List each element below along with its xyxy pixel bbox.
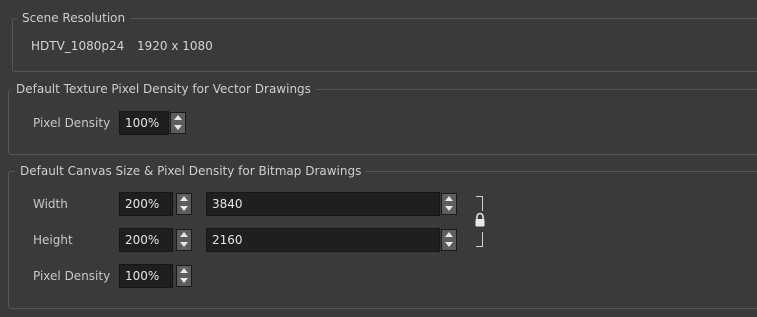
- width-value-field[interactable]: 3840: [206, 192, 440, 216]
- scene-resolution-preset: HDTV_1080p24: [31, 39, 125, 53]
- decrement-button[interactable]: [171, 123, 185, 133]
- padlock-icon[interactable]: [474, 212, 486, 228]
- decrement-button[interactable]: [177, 204, 191, 214]
- decrement-button[interactable]: [442, 240, 456, 250]
- arrow-down-icon: [445, 242, 453, 247]
- decrement-button[interactable]: [177, 240, 191, 250]
- width-value-stepper[interactable]: [441, 193, 457, 215]
- scene-resolution-dimensions: 1920 x 1080: [137, 39, 213, 53]
- width-percent-field[interactable]: 200%: [119, 192, 173, 216]
- height-percent-stepper[interactable]: [176, 229, 192, 251]
- bitmap-pixel-density-stepper[interactable]: [176, 265, 192, 287]
- height-label: Height: [33, 233, 73, 247]
- arrow-down-icon: [174, 125, 182, 130]
- vector-pixel-density-stepper[interactable]: [170, 112, 186, 134]
- arrow-up-icon: [445, 196, 453, 201]
- bitmap-canvas-title: Default Canvas Size & Pixel Density for …: [15, 164, 367, 178]
- decrement-button[interactable]: [177, 276, 191, 286]
- vector-density-title: Default Texture Pixel Density for Vector…: [11, 82, 316, 96]
- arrow-down-icon: [180, 242, 188, 247]
- width-label: Width: [33, 197, 68, 211]
- arrow-up-icon: [180, 196, 188, 201]
- lock-bracket-top: [476, 196, 483, 211]
- bitmap-pixel-density-field[interactable]: 100%: [119, 264, 173, 288]
- arrow-up-icon: [180, 268, 188, 273]
- arrow-up-icon: [174, 115, 182, 120]
- arrow-down-icon: [180, 278, 188, 283]
- arrow-down-icon: [180, 206, 188, 211]
- decrement-button[interactable]: [442, 204, 456, 214]
- arrow-up-icon: [445, 232, 453, 237]
- scene-resolution-title: Scene Resolution: [17, 11, 131, 25]
- height-percent-field[interactable]: 200%: [119, 228, 173, 252]
- bitmap-pixel-density-label: Pixel Density: [33, 269, 111, 283]
- height-value-field[interactable]: 2160: [206, 228, 440, 252]
- arrow-down-icon: [445, 206, 453, 211]
- arrow-up-icon: [180, 232, 188, 237]
- vector-pixel-density-field[interactable]: 100%: [119, 111, 169, 135]
- width-percent-stepper[interactable]: [176, 193, 192, 215]
- height-value-stepper[interactable]: [441, 229, 457, 251]
- vector-pixel-density-label: Pixel Density: [33, 116, 111, 130]
- lock-bracket-bottom: [476, 232, 483, 247]
